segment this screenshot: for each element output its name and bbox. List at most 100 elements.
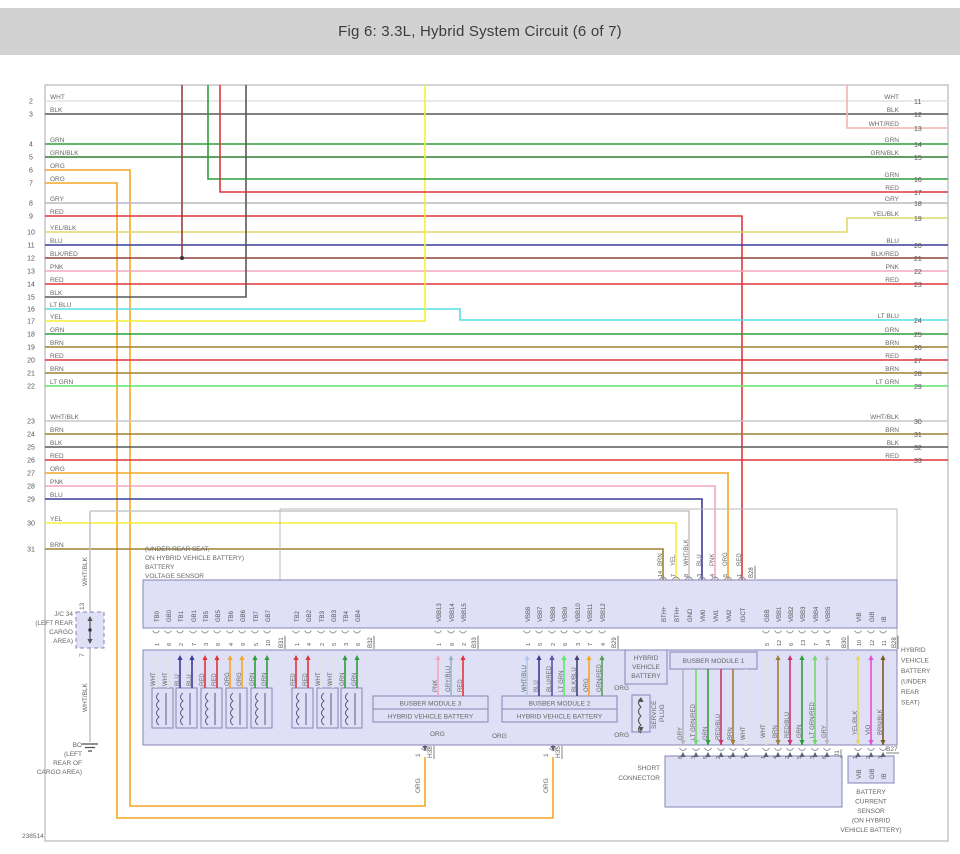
- label-org: ORG: [430, 731, 445, 738]
- left-pin-15: 15: [27, 295, 35, 302]
- jc34-label-line-1: (LEFT REAR: [35, 620, 73, 627]
- label-grn: GRN: [352, 673, 358, 686]
- left-pin-25: 25: [27, 445, 35, 452]
- label-6: 6: [563, 643, 569, 646]
- label-lt-grn-red: LT GRN/RED: [691, 704, 697, 740]
- label-org: ORG: [237, 672, 243, 686]
- label-14: 14: [658, 571, 664, 577]
- label-wht: WHT: [741, 726, 747, 740]
- sensor-pin-vbb9: VBB9: [563, 606, 569, 622]
- left-pin-31: 31: [27, 547, 35, 554]
- left-pin-17: 17: [27, 319, 35, 326]
- hybrid-vehicle-battery-small-label-line-2: BATTERY: [631, 673, 661, 680]
- sensor-pin-gib: GIB: [870, 612, 876, 622]
- label-2: 2: [320, 643, 326, 646]
- bo-ground-label-line-1: (LEFT: [64, 751, 82, 758]
- right-wire-label-31: BRN: [885, 427, 899, 434]
- busber-module-1-label-line-0: BUSBER MODULE 1: [683, 658, 745, 665]
- hybrid-battery-right-label-line-4: REAR: [901, 689, 919, 696]
- label-grn-red: GRN/RED: [597, 664, 603, 692]
- bo-ground-label-line-3: CARGO AREA): [37, 769, 82, 776]
- label-wht-blk: WHT/BLK: [82, 556, 89, 586]
- label-5: 5: [538, 643, 544, 646]
- sensor-pin-tb7: TB7: [254, 610, 260, 622]
- connector-b28: B28: [892, 637, 898, 648]
- left-pin-9: 9: [29, 214, 33, 221]
- label-14: 14: [826, 640, 832, 646]
- left-wire-label-7: ORG: [50, 176, 65, 183]
- label-org: ORG: [614, 732, 629, 739]
- right-pin-14: 14: [914, 142, 922, 149]
- hybrid-battery-right-label-line-5: SEAT): [901, 700, 920, 707]
- label-1: 1: [543, 753, 550, 757]
- right-wire-label-20: BLU: [886, 238, 899, 245]
- junction-dot: [180, 256, 184, 260]
- label-grn: GRN: [262, 673, 268, 686]
- right-pin-17: 17: [914, 190, 922, 197]
- left-wire-label-3: BLK: [50, 107, 63, 114]
- sensor-pin-tb0: TB0: [155, 610, 161, 622]
- left-wire-label-5: GRN/BLK: [50, 150, 79, 157]
- right-wire-label-28: BRN: [885, 366, 899, 373]
- label-red: RED: [200, 673, 206, 686]
- left-pin-20: 20: [27, 358, 35, 365]
- right-pin-26: 26: [914, 345, 922, 352]
- label-org: ORG: [723, 552, 729, 566]
- label-12: 12: [777, 640, 783, 646]
- busber-module-2-sub-label-line-0: HYBRID VEHICLE BATTERY: [517, 714, 603, 721]
- sensor-pin-vbb14: VBB14: [450, 603, 456, 622]
- label-brn: BRN: [728, 727, 734, 740]
- label-blu: BLU: [187, 674, 193, 686]
- sensor-pin-vib: VIB: [857, 612, 863, 622]
- left-wire-label-16: LT BLU: [50, 302, 72, 309]
- right-pin-19: 19: [914, 216, 922, 223]
- left-wire-label-2: WHT: [50, 94, 65, 101]
- hybrid-battery-right-label-line-0: HYBRID: [901, 647, 926, 654]
- left-pin-23: 23: [27, 419, 35, 426]
- busber-module-3-sub-label-line-0: HYBRID VEHICLE BATTERY: [388, 714, 474, 721]
- sensor-pin-gb5: GB5: [216, 609, 222, 622]
- left-pin-16: 16: [27, 307, 35, 314]
- sensor-caption-line-1: ON HYBRID VEHICLE BATTERY): [145, 555, 244, 562]
- label-gry-blu: GRY/BLU: [446, 666, 452, 692]
- label-wht-blk: WHT/BLK: [82, 682, 89, 712]
- left-wire-label-20: RED: [50, 353, 64, 360]
- label-6: 6: [789, 643, 795, 646]
- sensor-pin-vbb5: VBB5: [826, 606, 832, 622]
- left-pin-21: 21: [27, 371, 35, 378]
- label-1: 1: [155, 643, 161, 646]
- sensor-pin-tb6: TB6: [229, 610, 235, 622]
- label-yel-blk: YEL/BLK: [853, 711, 859, 735]
- sensor-pin-tb4: TB4: [344, 610, 350, 622]
- battery-current-sensor-label-line-1: CURRENT: [855, 799, 887, 806]
- right-wire-label-23: RED: [885, 277, 899, 284]
- label-blu: BLU: [175, 674, 181, 686]
- label-3: 3: [576, 643, 582, 646]
- bo-ground-label-line-2: REAR OF: [53, 760, 82, 767]
- right-pin-31: 31: [914, 432, 922, 439]
- label-j1: J1: [834, 750, 841, 757]
- sensor-pin-bth-plus: BTH+: [662, 606, 668, 622]
- label-brn: BRN: [658, 553, 664, 566]
- hybrid-battery-right-label-line-2: BATTERY: [901, 668, 931, 675]
- sensor-pin-vbb12: VBB12: [601, 603, 607, 622]
- left-pin-24: 24: [27, 432, 35, 439]
- sensor-pin-gb3: GB3: [332, 609, 338, 622]
- label-wht: WHT: [328, 672, 334, 686]
- left-pin-5: 5: [29, 155, 33, 162]
- right-wire-label-33: RED: [885, 453, 899, 460]
- left-wire-label-22: LT GRN: [50, 379, 74, 386]
- connector-b28-top: B28: [749, 567, 755, 578]
- sensor-pin-gb0: GB0: [167, 609, 173, 622]
- label-blk-blu: BLK/BLU: [572, 667, 578, 692]
- right-wire-label-16: GRN: [885, 172, 900, 179]
- sensor-pin-vbb15: VBB15: [462, 603, 468, 622]
- left-wire-label-11: BLU: [50, 238, 63, 245]
- right-wire-label-18: GRY: [885, 196, 900, 203]
- label-grn: GRN: [340, 673, 346, 686]
- left-wire-label-15: BLK: [50, 290, 63, 297]
- label-3: 3: [697, 574, 703, 577]
- label-gry: GRY: [822, 725, 828, 738]
- label-1: 1: [437, 643, 443, 646]
- bcs-pin-vib: VIB: [857, 769, 863, 779]
